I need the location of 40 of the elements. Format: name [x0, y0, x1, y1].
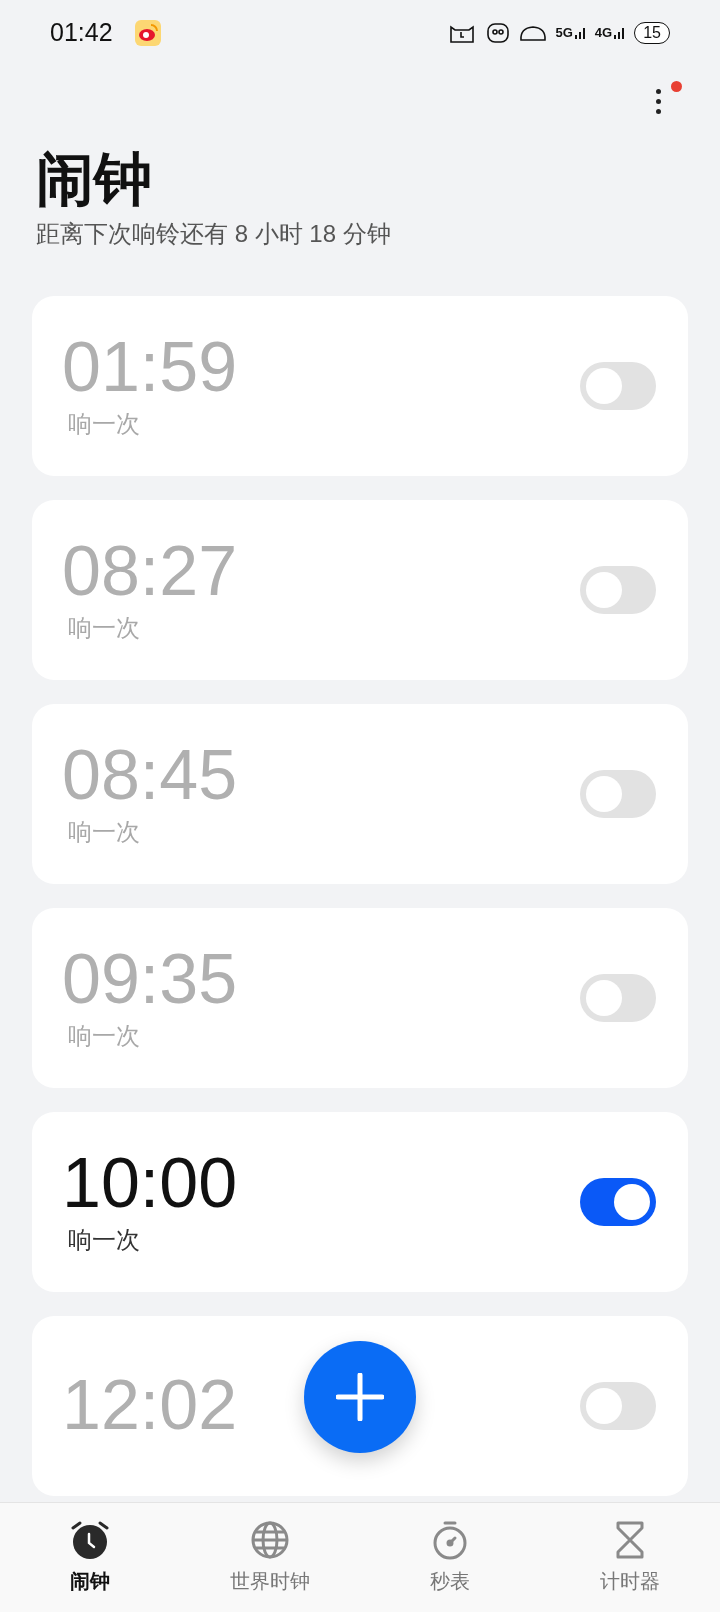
signal-icon: [614, 27, 627, 39]
alarm-card[interactable]: 08:45 响一次: [32, 703, 688, 884]
repeat-label: 响一次: [68, 817, 141, 848]
alarm-card[interactable]: 10:00 响一次: [32, 1111, 688, 1292]
alarm-toggle[interactable]: [580, 1381, 656, 1430]
nav-tab[interactable]: 闹钟: [0, 1503, 180, 1612]
alarm-card[interactable]: 12:02: [32, 1315, 688, 1496]
plus-icon: [336, 1373, 384, 1421]
next-alarm-subtitle: 距离下次响铃还有 8 小时 18 分钟: [36, 218, 392, 249]
page-title: 闹钟: [36, 145, 153, 213]
alarm-card[interactable]: 01:59 响一次: [32, 295, 688, 476]
alarm-time: 09:35: [62, 941, 238, 1019]
alarm-toggle[interactable]: [580, 1177, 656, 1226]
nav-tab[interactable]: 秒表: [360, 1503, 540, 1612]
alarm-time: 10:00: [62, 1145, 238, 1223]
face-icon: [485, 22, 510, 44]
network-label: 5G: [555, 24, 573, 43]
alarm-time: 08:27: [62, 533, 238, 611]
alarm-card[interactable]: 08:27 响一次: [32, 499, 688, 680]
repeat-label: 响一次: [68, 613, 141, 644]
nav-tab[interactable]: 世界时钟: [180, 1503, 360, 1612]
status-time: 01:42: [50, 17, 113, 49]
alarm-toggle[interactable]: [580, 565, 656, 614]
repeat-label: 响一次: [68, 1225, 141, 1256]
network-label: 4G: [594, 24, 613, 43]
battery-indicator: 15: [634, 22, 670, 44]
alarm-time: 12:02: [62, 1367, 238, 1445]
alarm-toggle[interactable]: [580, 769, 656, 818]
alarm-toggle[interactable]: [580, 973, 656, 1022]
repeat-label: 响一次: [68, 409, 141, 440]
alarm-time: 08:45: [62, 737, 238, 815]
signal-icon: [574, 27, 587, 39]
repeat-label: 响一次: [68, 1021, 141, 1052]
globe-icon: [250, 1519, 290, 1560]
alarm-clock-icon: [69, 1519, 111, 1560]
alarm-card[interactable]: 09:35 响一次: [32, 907, 688, 1088]
alarm-time: 01:59: [62, 329, 238, 407]
alarm-toggle[interactable]: [580, 361, 656, 410]
nav-tab[interactable]: 计时器: [540, 1503, 720, 1612]
app-notification-icon: [134, 20, 161, 46]
